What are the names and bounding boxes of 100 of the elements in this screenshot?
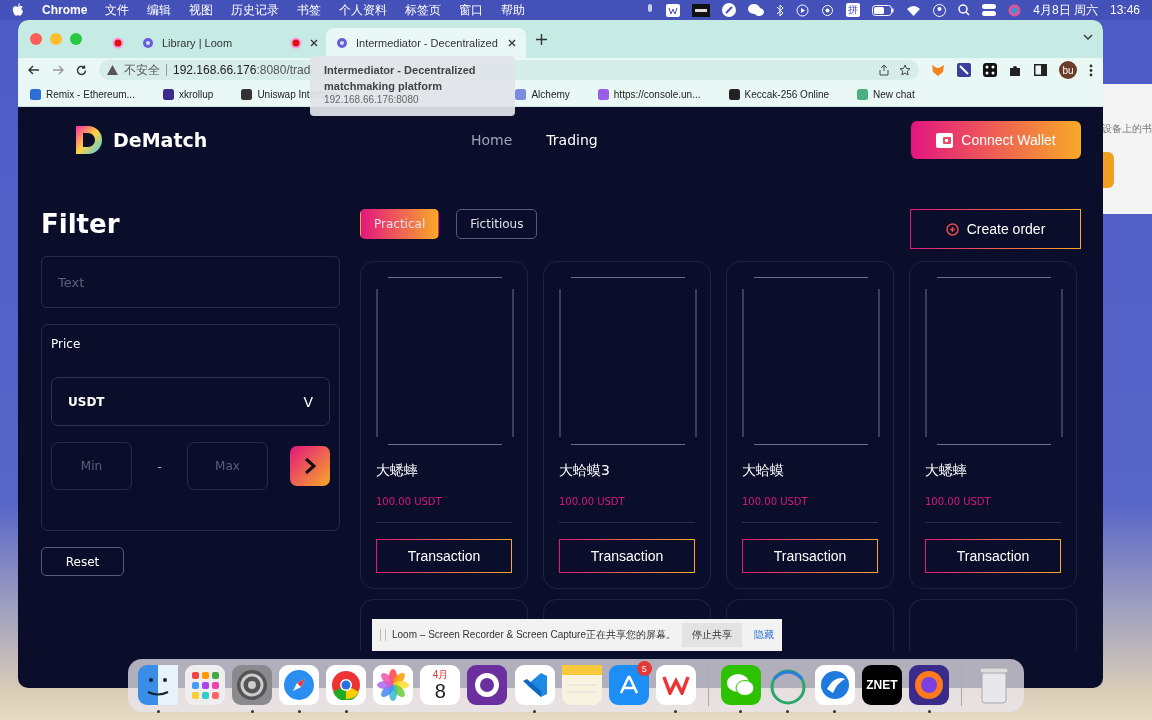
- product-name: 大蟋蟀: [376, 462, 419, 480]
- document-icon[interactable]: [666, 3, 681, 17]
- favicon-icon: [336, 37, 348, 49]
- menu-item[interactable]: 个人资料: [339, 1, 388, 19]
- stop-sharing-button[interactable]: 停止共享: [682, 623, 742, 647]
- menu-item[interactable]: Chrome: [42, 3, 88, 17]
- nav-link[interactable]: Home: [471, 132, 513, 148]
- forward-icon[interactable]: [52, 65, 64, 75]
- puzzle-icon[interactable]: [1009, 63, 1022, 77]
- app-icon[interactable]: [467, 665, 508, 705]
- chevron-right-icon: [304, 457, 316, 475]
- menu-item[interactable]: 书签: [297, 1, 322, 19]
- create-order-button[interactable]: Create order: [910, 209, 1081, 249]
- app-icon[interactable]: ZNET: [861, 665, 902, 705]
- favicon-icon: [241, 88, 253, 100]
- bookmark[interactable]: https://console.un...: [597, 88, 701, 100]
- transaction-button[interactable]: Transaction: [742, 539, 878, 573]
- product-card[interactable]: 大蟋蟀 100.00 USDT Transaction: [360, 261, 528, 589]
- more-icon[interactable]: [1089, 63, 1093, 77]
- max-price-field[interactable]: Max: [187, 442, 268, 490]
- bookmark[interactable]: Remix - Ethereum...: [30, 88, 135, 100]
- app-icon[interactable]: [909, 665, 949, 705]
- back-icon[interactable]: [28, 65, 40, 75]
- chevron-icon[interactable]: [1083, 34, 1093, 40]
- reload-icon[interactable]: [76, 64, 87, 76]
- logo-icon[interactable]: [73, 124, 105, 156]
- search-field[interactable]: Text: [41, 256, 340, 308]
- menu-date[interactable]: 4月8日 周六: [1033, 1, 1098, 19]
- notification-badge: 5: [636, 661, 652, 676]
- share-icon[interactable]: [879, 64, 889, 76]
- control-center-icon[interactable]: [982, 4, 997, 16]
- favicon-icon: [515, 88, 527, 100]
- menu-item[interactable]: 视图: [189, 1, 214, 19]
- play-icon[interactable]: [796, 3, 810, 17]
- url-text: 192.168.66.176:8080/tradi: [173, 63, 314, 77]
- menu-item[interactable]: 编辑: [147, 1, 172, 19]
- transaction-button[interactable]: Transaction: [559, 539, 695, 573]
- dice-icon[interactable]: [983, 63, 997, 77]
- transaction-button[interactable]: Transaction: [376, 539, 512, 573]
- logo-text: ZNET: [866, 678, 898, 692]
- favicon-icon: [162, 88, 174, 100]
- product-card[interactable]: 大蟋蟀 100.00 USDT Transaction: [909, 261, 1077, 589]
- record-icon: [112, 37, 124, 49]
- star-icon[interactable]: [899, 64, 911, 76]
- transaction-button[interactable]: Transaction: [925, 539, 1061, 573]
- product-price: 100.00 USDT: [742, 496, 809, 507]
- sidebar-icon[interactable]: [1034, 64, 1047, 76]
- broadcast-icon[interactable]: [821, 3, 835, 17]
- wallet-icon: [936, 132, 954, 148]
- product-name: 大蟋蟀: [925, 462, 968, 480]
- favicon-icon: [857, 88, 868, 100]
- product-card[interactable]: 大蛤蟆3 100.00 USDT Transaction: [543, 261, 711, 589]
- menu-item[interactable]: 历史记录: [231, 1, 280, 19]
- close-icon[interactable]: [310, 39, 318, 47]
- browser-tab[interactable]: Library | Loom: [132, 28, 282, 58]
- bookmark[interactable]: Keccak-256 Online: [728, 88, 829, 100]
- apply-button[interactable]: [290, 446, 330, 486]
- favicon-icon: [597, 88, 609, 100]
- search-icon[interactable]: [958, 4, 971, 16]
- favicon-icon: [30, 88, 41, 100]
- calendar-month: 4月: [432, 668, 449, 680]
- range-separator: -: [156, 458, 163, 474]
- browser-tab[interactable]: Intermediator - Decentralized: [326, 28, 526, 58]
- min-price-field[interactable]: Min: [51, 442, 132, 490]
- battery-icon[interactable]: [872, 4, 895, 16]
- menu-item[interactable]: 窗口: [459, 1, 484, 19]
- product-price: 100.00 USDT: [559, 496, 626, 507]
- app-icon[interactable]: [138, 665, 179, 705]
- menu-clock[interactable]: 13:46: [1109, 3, 1140, 17]
- menu-item[interactable]: 帮助: [501, 1, 526, 19]
- new-tab-icon[interactable]: [536, 33, 547, 45]
- reset-button[interactable]: Reset: [41, 547, 124, 576]
- apple-icon[interactable]: [12, 3, 24, 17]
- security-label: 不安全: [124, 61, 160, 79]
- currency-dropdown[interactable]: USDT V: [51, 377, 330, 426]
- hide-link[interactable]: 隐藏: [754, 628, 774, 642]
- menu-item[interactable]: 标签页: [405, 1, 442, 19]
- input-method-indicator[interactable]: 拼: [846, 3, 861, 17]
- menu-item[interactable]: 文件: [105, 1, 130, 19]
- close-icon[interactable]: [508, 39, 516, 47]
- bookmark[interactable]: Alchemy: [515, 88, 570, 100]
- bookmark[interactable]: xkrollup: [162, 88, 214, 100]
- nav-link[interactable]: Trading: [546, 132, 598, 148]
- price-label: Price: [51, 336, 82, 351]
- wifi-icon[interactable]: [906, 4, 922, 16]
- extension-icon[interactable]: [957, 63, 971, 77]
- app-icon[interactable]: [692, 3, 711, 17]
- logo-text[interactable]: DeMatch: [113, 129, 208, 151]
- product-name: 大蛤蟆: [742, 462, 785, 480]
- profile-avatar[interactable]: bu: [1059, 61, 1077, 79]
- user-icon[interactable]: [933, 3, 947, 17]
- drag-handle[interactable]: [380, 629, 386, 641]
- calendar-icon[interactable]: 4月 8: [420, 665, 461, 705]
- product-card[interactable]: 大蛤蟆 100.00 USDT Transaction: [726, 261, 894, 589]
- chat-icon[interactable]: [748, 3, 765, 17]
- bookmark[interactable]: New chat: [857, 88, 915, 100]
- bluetooth-icon[interactable]: [776, 3, 785, 17]
- add-circle-icon: [945, 222, 959, 236]
- type-toggle[interactable]: Fictitious: [456, 209, 538, 239]
- product-price: 100.00 USDT: [925, 496, 992, 507]
